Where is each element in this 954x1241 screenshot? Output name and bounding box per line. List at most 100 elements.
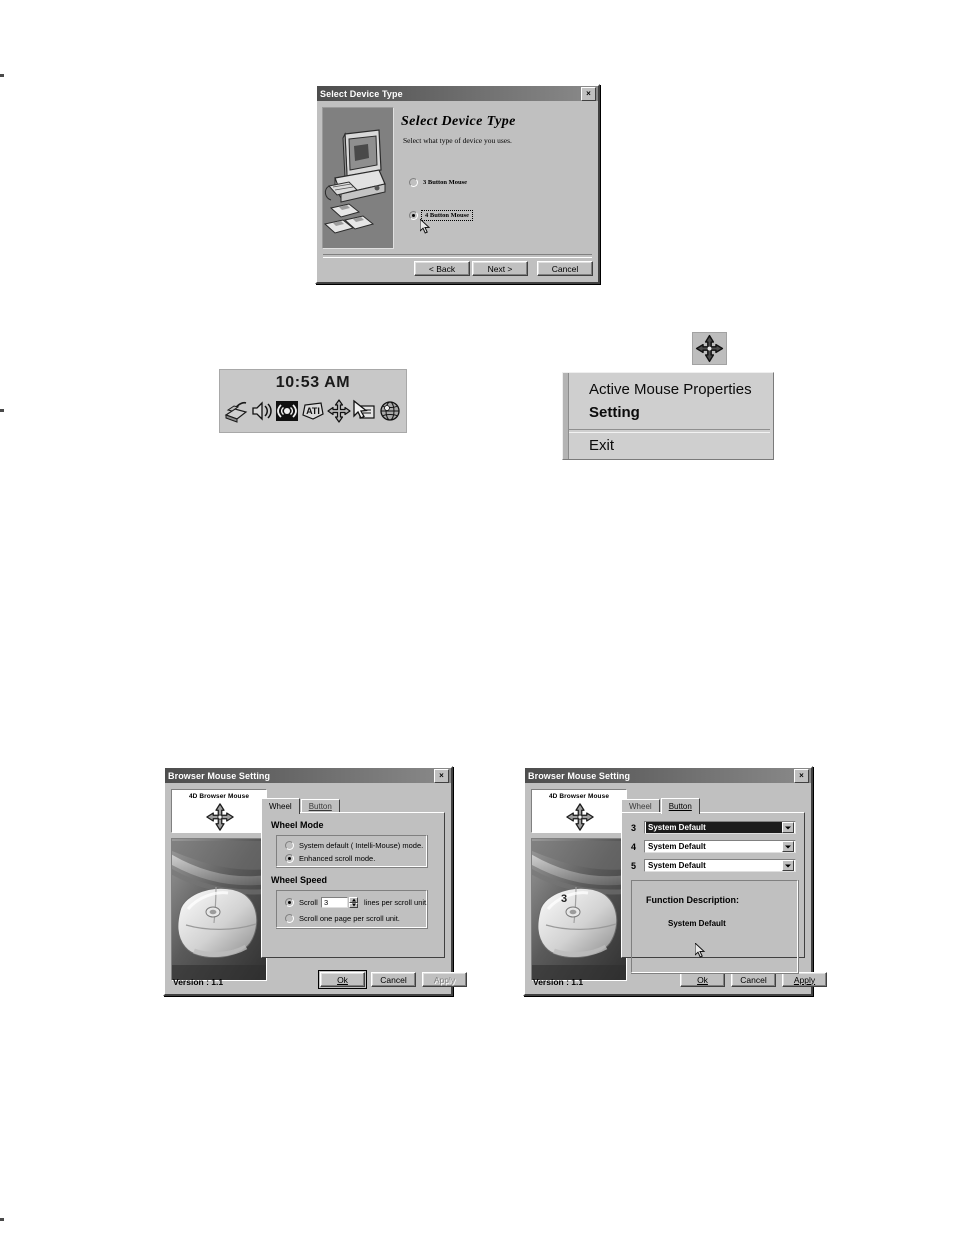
cancel-button[interactable]: Cancel xyxy=(537,261,593,276)
wizard-separator xyxy=(323,254,592,258)
radio-enhanced-scroll-mode[interactable]: Enhanced scroll mode. xyxy=(285,854,375,863)
chevron-down-icon[interactable] xyxy=(782,860,794,871)
function-select-button-3-value: System Default xyxy=(646,822,782,833)
scroll-lines-suffix: lines per scroll unit. xyxy=(364,898,428,907)
tray-context-menu: Active Mouse Properties Setting Exit xyxy=(562,372,774,460)
next-button[interactable]: Next > xyxy=(472,261,528,276)
page-canvas: Select Device Type × Select Device Type … xyxy=(0,0,954,1241)
radio-system-default-mode[interactable]: System default ( Intelli-Mouse) mode. xyxy=(285,841,423,850)
tab-button[interactable]: Button xyxy=(660,798,700,814)
radio-scroll-one-page-label: Scroll one page per scroll unit. xyxy=(299,914,400,923)
version-label: Version : 1.1 xyxy=(173,977,224,987)
chevron-down-icon[interactable] xyxy=(782,841,794,852)
mouse-photo-graphic: 3 xyxy=(532,839,626,980)
wireless-signal-icon[interactable] xyxy=(275,399,299,423)
button-assignment-row: 4 System Default xyxy=(631,840,796,853)
wizard-body: Select Device Type Select what type of d… xyxy=(317,101,598,282)
scroll-lines-prefix-label: Scroll xyxy=(299,898,318,907)
computer-and-devices-illustration xyxy=(323,129,386,234)
mouse-cursor-icon xyxy=(420,219,431,234)
page-edge-mark xyxy=(0,409,4,412)
tray-four-way-arrow-mouse-icon[interactable] xyxy=(692,332,727,365)
wheel-dialog-tabstrip: Wheel Button xyxy=(261,798,341,814)
network-card-icon[interactable] xyxy=(224,399,248,423)
button-tab-panel: 3 System Default 4 System Default 5 Syst… xyxy=(621,812,805,974)
function-select-button-5-value: System Default xyxy=(648,861,706,870)
function-select-button-3[interactable]: System Default xyxy=(644,821,796,834)
apply-button: Apply xyxy=(422,972,467,987)
button-dialog-tabstrip: Wheel Button xyxy=(621,798,701,814)
wheel-mode-group-label: Wheel Mode xyxy=(271,820,324,830)
button-dialog-button-row: Ok Cancel Apply xyxy=(621,972,827,988)
function-description-value: System Default xyxy=(668,919,726,928)
radio-enhanced-scroll-mode-label: Enhanced scroll mode. xyxy=(299,854,376,863)
function-description-groupbox: Function Description: System Default xyxy=(631,880,799,974)
close-icon[interactable]: × xyxy=(794,768,809,783)
tab-wheel[interactable]: Wheel xyxy=(261,798,300,814)
menu-item-setting[interactable]: Setting xyxy=(589,404,640,421)
ok-button[interactable]: Ok xyxy=(680,972,725,987)
cancel-button[interactable]: Cancel xyxy=(731,972,776,987)
button-number-4: 4 xyxy=(631,841,637,852)
radio-scroll-lines[interactable]: Scroll xyxy=(285,898,318,907)
page-edge-mark xyxy=(0,1218,4,1221)
wheel-speed-groupbox: Scroll 3 lines per scroll unit. Scroll o… xyxy=(276,890,428,929)
wizard-heading: Select Device Type xyxy=(401,114,516,129)
tab-button[interactable]: Button xyxy=(300,799,340,813)
button-number-5: 5 xyxy=(631,860,637,871)
wizard-button-row: < Back Next > Cancel xyxy=(317,261,598,281)
radio-3-button-mouse[interactable]: 3 Button Mouse xyxy=(409,178,467,187)
menu-separator xyxy=(569,429,770,433)
chevron-down-icon[interactable] xyxy=(782,822,794,833)
four-way-arrow-mouse-icon xyxy=(566,803,594,831)
function-select-button-4[interactable]: System Default xyxy=(644,840,796,853)
tray-clock[interactable]: 10:53 AM xyxy=(220,374,406,392)
radio-indicator xyxy=(409,211,418,220)
wheel-dialog-title: Browser Mouse Setting xyxy=(168,770,271,781)
mouse-product-photo xyxy=(171,838,267,981)
radio-4-button-mouse[interactable]: 4 Button Mouse xyxy=(409,210,474,221)
apply-button-label: Apply xyxy=(433,974,456,985)
svg-text:ATI: ATI xyxy=(306,406,320,416)
mouse-photo-graphic xyxy=(172,839,266,980)
scroll-lines-input[interactable]: 3 xyxy=(321,897,348,908)
version-label: Version : 1.1 xyxy=(533,977,584,987)
cancel-button-label: Cancel xyxy=(740,974,767,985)
four-way-arrow-mouse-icon[interactable] xyxy=(327,399,351,423)
menu-item-exit[interactable]: Exit xyxy=(589,437,614,454)
globe-internet-icon[interactable] xyxy=(378,399,402,423)
ok-button[interactable]: Ok xyxy=(318,970,367,989)
function-select-button-5[interactable]: System Default xyxy=(644,859,796,872)
select-device-type-dialog: Select Device Type × Select Device Type … xyxy=(315,84,600,284)
tray-icon-row: ATI xyxy=(224,399,402,423)
volume-speaker-icon[interactable] xyxy=(250,399,274,423)
system-tray: 10:53 AM ATI xyxy=(219,369,407,433)
apply-button[interactable]: Apply xyxy=(782,972,827,987)
ati-graphics-icon[interactable]: ATI xyxy=(301,399,325,423)
product-logo-label: 4D Browser Mouse xyxy=(188,793,250,800)
back-button[interactable]: < Back xyxy=(414,261,470,276)
cancel-button[interactable]: Cancel xyxy=(371,972,416,987)
tab-wheel-label: Wheel xyxy=(629,802,652,811)
scroll-lines-spin-buttons xyxy=(349,897,358,908)
close-icon[interactable]: × xyxy=(434,768,449,783)
scroll-lines-stepper[interactable]: 3 xyxy=(321,897,358,908)
display-cursor-icon[interactable] xyxy=(352,399,376,423)
function-select-button-4-value: System Default xyxy=(648,842,706,851)
close-icon[interactable]: × xyxy=(581,86,596,101)
product-logo-panel: 4D Browser Mouse xyxy=(171,789,267,833)
radio-scroll-one-page[interactable]: Scroll one page per scroll unit. xyxy=(285,914,400,923)
wheel-dialog-titlebar: Browser Mouse Setting × xyxy=(165,768,451,783)
product-logo-panel: 4D Browser Mouse xyxy=(531,789,627,833)
radio-4-button-mouse-label: 4 Button Mouse xyxy=(420,210,474,221)
stepper-down-icon[interactable] xyxy=(349,902,358,908)
radio-indicator xyxy=(285,898,294,907)
radio-indicator xyxy=(285,914,294,923)
button-dialog-titlebar: Browser Mouse Setting × xyxy=(525,768,811,783)
back-button-label: < Back xyxy=(428,263,456,274)
menu-item-active-mouse-properties[interactable]: Active Mouse Properties xyxy=(589,381,752,398)
wizard-illustration xyxy=(322,107,394,249)
next-button-label: Next > xyxy=(487,263,513,274)
button-dialog-title: Browser Mouse Setting xyxy=(528,770,631,781)
tab-wheel[interactable]: Wheel xyxy=(621,799,660,813)
